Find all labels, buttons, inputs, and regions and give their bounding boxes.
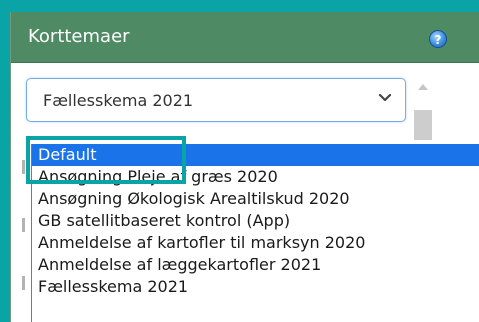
edge-mark <box>22 160 25 174</box>
option-oekologisk-arealtilskud-2020[interactable]: Ansøgning Økologisk Arealtilskud 2020 <box>32 188 479 210</box>
panel-header: Korttemaer ? <box>11 12 479 63</box>
panel-scrollbar[interactable] <box>414 80 432 140</box>
theme-select[interactable]: Fællesskema 2021 <box>26 78 406 122</box>
edge-mark <box>22 276 25 290</box>
option-gb-satellitbaseret-kontrol[interactable]: GB satellitbaseret kontrol (App) <box>32 210 479 232</box>
option-pleje-af-graes-2020[interactable]: Ansøgning Pleje af græs 2020 <box>32 166 479 188</box>
chevron-down-icon <box>378 93 392 102</box>
option-kartofler-til-marksyn-2020[interactable]: Anmeldelse af kartofler til marksyn 2020 <box>32 232 479 254</box>
scroll-thumb[interactable] <box>414 110 432 140</box>
scroll-up-arrow-icon[interactable] <box>418 84 428 90</box>
edge-mark <box>22 218 25 232</box>
option-default[interactable]: Default <box>32 144 479 166</box>
theme-select-value: Fællesskema 2021 <box>43 91 194 110</box>
option-faellesskema-2021[interactable]: Fællesskema 2021 <box>32 276 479 298</box>
help-icon[interactable]: ? <box>429 30 447 48</box>
option-laeggekartofler-2021[interactable]: Anmeldelse af læggekartofler 2021 <box>32 254 479 276</box>
left-edge-marks <box>22 160 28 310</box>
panel-title: Korttemaer <box>28 26 130 47</box>
theme-dropdown-list: Default Ansøgning Pleje af græs 2020 Ans… <box>31 144 479 322</box>
